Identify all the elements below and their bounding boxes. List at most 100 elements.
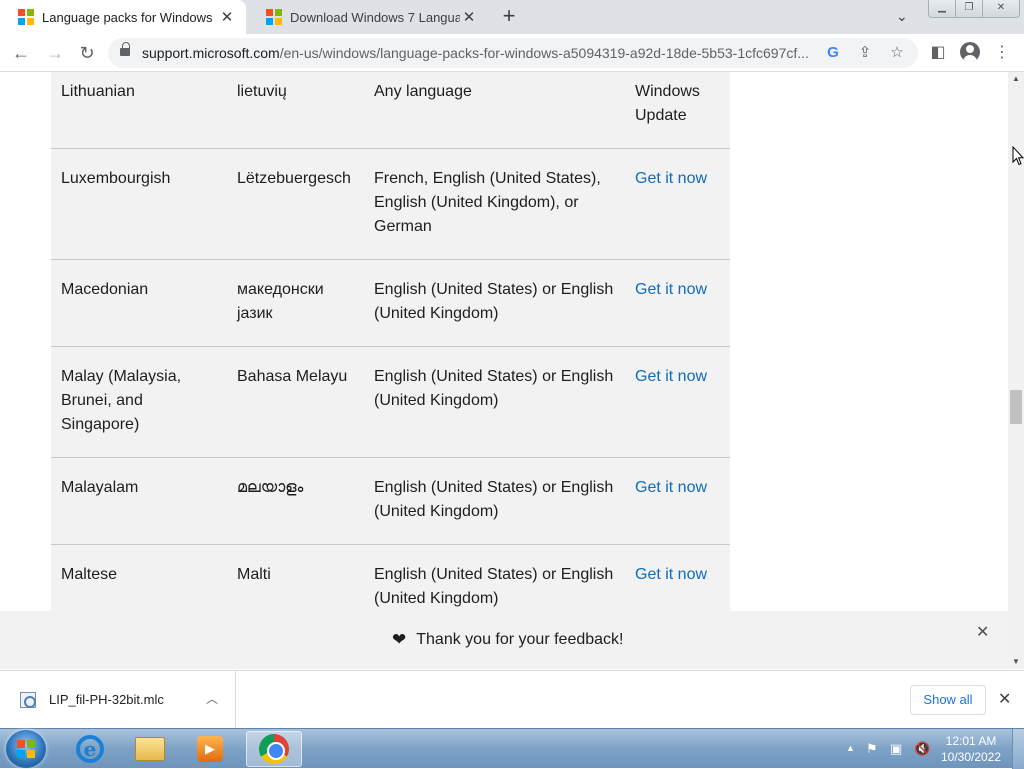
windows-taskbar: e ▶ ▲ ⚑ ▣ 🔇 12:01 AM 10/30/2022 — [0, 728, 1024, 769]
base-language-cell: English (United States) or English (Unit… — [364, 259, 625, 347]
feedback-message-row: ❤ Thank you for your feedback! — [392, 630, 623, 650]
native-name-cell: Lëtzebuergesch — [228, 148, 364, 260]
native-name-cell: Bahasa Melayu — [228, 346, 364, 458]
system-clock[interactable]: 12:01 AM 10/30/2022 — [940, 733, 1002, 765]
file-icon — [20, 692, 36, 708]
lock-icon[interactable] — [120, 42, 130, 58]
browser-toolbar: ← → ↻ support.microsoft.com/en-us/window… — [0, 34, 1024, 72]
table-row: Malayalam മലയാളം English (United States)… — [51, 457, 730, 545]
page-content: Lithuanian lietuvių Any language Windows… — [0, 72, 1008, 611]
close-shelf-icon[interactable]: ✕ — [998, 689, 1011, 709]
back-arrow-icon[interactable]: ← — [8, 41, 34, 65]
feedback-banner: ❤ Thank you for your feedback! ✕ — [0, 611, 1008, 669]
show-desktop-button[interactable] — [1012, 729, 1024, 769]
profile-avatar-icon[interactable] — [960, 42, 980, 62]
language-cell: Lithuanian — [51, 72, 228, 149]
microsoft-logo-icon — [266, 9, 282, 25]
tab-language-packs[interactable]: Language packs for Windows ✕ — [0, 0, 246, 34]
download-cell: Get it now — [625, 346, 730, 458]
bookmark-star-icon[interactable]: ☆ — [888, 44, 906, 62]
get-it-now-link[interactable]: Get it now — [635, 281, 707, 298]
close-window-button[interactable]: ✕ — [982, 0, 1020, 18]
scrollbar-thumb[interactable] — [1010, 390, 1022, 424]
base-language-cell: English (United States) or English (Unit… — [364, 457, 625, 545]
download-cell: Windows Update — [625, 72, 730, 149]
chevron-up-icon[interactable]: ︿ — [206, 690, 218, 707]
tab-download-windows7[interactable]: Download Windows 7 Language ✕ — [248, 0, 488, 34]
url-path: /en-us/windows/language-packs-for-window… — [279, 45, 809, 61]
table-row: Maltese Malti English (United States) or… — [51, 544, 730, 611]
restore-button[interactable]: ❐ — [955, 0, 983, 18]
taskbar-media-player[interactable]: ▶ — [182, 731, 238, 767]
forward-arrow-icon[interactable]: → — [42, 41, 68, 65]
volume-muted-icon[interactable]: 🔇 — [914, 741, 930, 757]
heart-icon: ❤ — [392, 630, 407, 649]
language-cell: Luxembourgish — [51, 148, 228, 260]
window-controls: ▁ ❐ ✕ — [928, 0, 1020, 18]
download-shelf: LIP_fil-PH-32bit.mlc ︿ Show all ✕ — [0, 670, 1024, 729]
base-language-cell: Any language — [364, 72, 625, 149]
scroll-down-arrow-icon[interactable]: ▼ — [1012, 657, 1020, 666]
chrome-icon — [259, 734, 289, 764]
table-row: Lithuanian lietuvių Any language Windows… — [51, 72, 730, 149]
tab-strip: Language packs for Windows ✕ Download Wi… — [0, 0, 1024, 34]
close-tab-icon[interactable]: ✕ — [460, 8, 478, 26]
language-cell: Maltese — [51, 544, 228, 611]
get-it-now-link[interactable]: Get it now — [635, 170, 707, 187]
get-it-now-link[interactable]: Get it now — [635, 566, 707, 583]
get-it-now-link[interactable]: Get it now — [635, 479, 707, 496]
feedback-message: Thank you for your feedback! — [416, 631, 624, 648]
microsoft-logo-icon — [18, 9, 34, 25]
folder-icon — [135, 737, 165, 761]
url-host: support.microsoft.com — [142, 45, 280, 61]
taskbar-file-explorer[interactable] — [122, 731, 178, 767]
menu-dots-icon[interactable]: ⋮ — [992, 43, 1012, 63]
side-panel-icon[interactable]: ◧ — [928, 43, 948, 63]
reload-icon[interactable]: ↻ — [74, 41, 100, 65]
native-name-cell: Malti — [228, 544, 364, 611]
tab-title: Language packs for Windows — [42, 9, 213, 25]
clock-time: 12:01 AM — [945, 734, 997, 748]
show-hidden-icons-arrow-icon[interactable]: ▲ — [846, 743, 855, 753]
close-tab-icon[interactable]: ✕ — [218, 8, 236, 26]
native-name-cell: македонски јазик — [228, 259, 364, 347]
base-language-cell: English (United States) or English (Unit… — [364, 346, 625, 458]
close-feedback-icon[interactable]: ✕ — [976, 622, 989, 642]
native-name-cell: മലയാളം — [228, 457, 364, 545]
base-language-cell: French, English (United States), English… — [364, 148, 625, 260]
internet-explorer-icon: e — [76, 735, 104, 763]
media-player-icon: ▶ — [197, 736, 223, 762]
get-it-now-link[interactable]: Get it now — [635, 368, 707, 385]
download-item[interactable]: LIP_fil-PH-32bit.mlc ︿ — [0, 671, 236, 729]
new-tab-button[interactable]: + — [498, 5, 520, 28]
start-button[interactable] — [6, 730, 46, 768]
table-row: Macedonian македонски јазик English (Uni… — [51, 259, 730, 347]
network-icon[interactable]: ▣ — [890, 741, 902, 757]
taskbar-chrome[interactable] — [246, 731, 302, 767]
language-cell: Malay (Malaysia, Brunei, and Singapore) — [51, 346, 228, 458]
tab-search-chevron-icon[interactable]: ⌄ — [896, 8, 908, 25]
mouse-cursor-icon — [1012, 146, 1024, 166]
clock-date: 10/30/2022 — [940, 750, 1002, 764]
minimize-button[interactable]: ▁ — [928, 0, 956, 18]
show-all-button[interactable]: Show all — [910, 685, 986, 715]
share-icon[interactable]: ⇪ — [856, 44, 874, 62]
table-row: Luxembourgish Lëtzebuergesch French, Eng… — [51, 148, 730, 260]
url-text[interactable]: support.microsoft.com/en-us/windows/lang… — [142, 45, 816, 61]
language-cell: Macedonian — [51, 259, 228, 347]
download-cell: Get it now — [625, 259, 730, 347]
language-packs-table: Lithuanian lietuvių Any language Windows… — [51, 72, 730, 611]
native-name-cell: lietuvių — [228, 72, 364, 149]
address-bar[interactable]: support.microsoft.com/en-us/windows/lang… — [108, 38, 918, 68]
scroll-up-arrow-icon[interactable]: ▲ — [1012, 74, 1020, 83]
download-cell: Get it now — [625, 148, 730, 260]
table-row: Malay (Malaysia, Brunei, and Singapore) … — [51, 346, 730, 458]
google-translate-icon[interactable]: G — [824, 44, 842, 62]
taskbar-internet-explorer[interactable]: e — [62, 731, 118, 767]
action-center-flag-icon[interactable]: ⚑ — [866, 741, 878, 757]
base-language-cell: English (United States) or English (Unit… — [364, 544, 625, 611]
download-cell: Get it now — [625, 544, 730, 611]
download-cell: Get it now — [625, 457, 730, 545]
download-file-name: LIP_fil-PH-32bit.mlc — [49, 692, 164, 707]
tab-title: Download Windows 7 Language — [290, 9, 460, 25]
